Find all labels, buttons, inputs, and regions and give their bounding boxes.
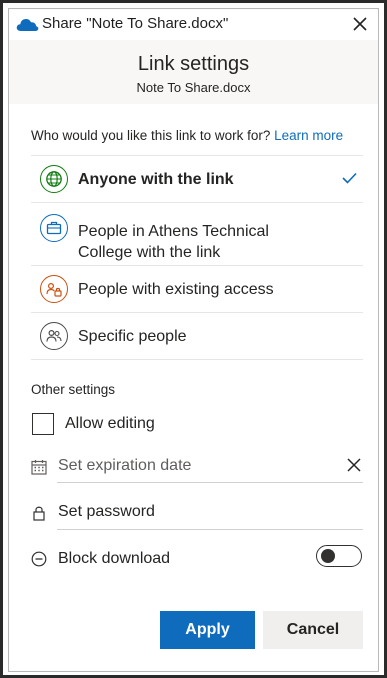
divider: [31, 359, 363, 360]
audience-question-text: Who would you like this link to work for…: [31, 128, 271, 143]
option-specific-people[interactable]: Specific people: [31, 313, 363, 359]
option-label: Specific people: [78, 328, 187, 345]
close-icon: [353, 17, 367, 31]
option-label: People with existing access: [78, 281, 274, 298]
other-settings-title: Other settings: [31, 382, 116, 397]
block-download-row: Block download: [31, 548, 363, 572]
cancel-button[interactable]: Cancel: [263, 611, 363, 649]
window-title: Share "Note To Share.docx": [42, 15, 229, 32]
clear-icon[interactable]: [347, 458, 361, 472]
title-bar: Share "Note To Share.docx": [9, 9, 378, 39]
file-name: Note To Share.docx: [136, 80, 251, 95]
option-people-in-organization[interactable]: People in Athens Technical College with …: [31, 203, 363, 265]
apply-button[interactable]: Apply: [160, 611, 255, 649]
lock-icon: [33, 506, 45, 521]
window-frame: Share "Note To Share.docx" Link settings…: [0, 0, 387, 678]
audience-question: Who would you like this link to work for…: [31, 128, 343, 143]
option-label-line: People in Athens Technical: [78, 223, 269, 240]
option-anyone-with-link[interactable]: Anyone with the link: [31, 156, 363, 202]
password-label: Set password: [58, 503, 155, 520]
password-field[interactable]: Set password: [31, 501, 363, 531]
dialog-header: Link settings Note To Share.docx: [9, 40, 378, 104]
block-download-label: Block download: [58, 550, 171, 567]
option-existing-access[interactable]: People with existing access: [31, 266, 363, 312]
checkmark-icon: [342, 172, 357, 184]
expiration-date-field[interactable]: Set expiration date: [31, 455, 363, 485]
people-lock-icon: [40, 275, 68, 303]
option-label: People in Athens Technical College with …: [78, 221, 269, 263]
people-icon: [40, 322, 68, 350]
expiration-date-placeholder: Set expiration date: [58, 457, 192, 474]
option-label: Anyone with the link: [78, 171, 234, 188]
allow-editing-label: Allow editing: [65, 415, 155, 432]
allow-editing-checkbox[interactable]: [32, 413, 54, 435]
onedrive-cloud-icon: [16, 19, 39, 31]
globe-icon: [40, 165, 68, 193]
toggle-knob: [321, 549, 335, 563]
calendar-icon: [31, 460, 47, 475]
learn-more-link[interactable]: Learn more: [274, 128, 343, 143]
field-underline: [57, 529, 363, 530]
block-icon: [31, 551, 47, 567]
organization-icon: [40, 214, 68, 242]
share-dialog: Share "Note To Share.docx" Link settings…: [8, 8, 379, 672]
field-underline: [57, 482, 363, 483]
block-download-toggle[interactable]: [316, 545, 362, 567]
close-button[interactable]: [348, 12, 372, 36]
option-label-line: College with the link: [78, 244, 221, 261]
page-title: Link settings: [137, 53, 250, 75]
